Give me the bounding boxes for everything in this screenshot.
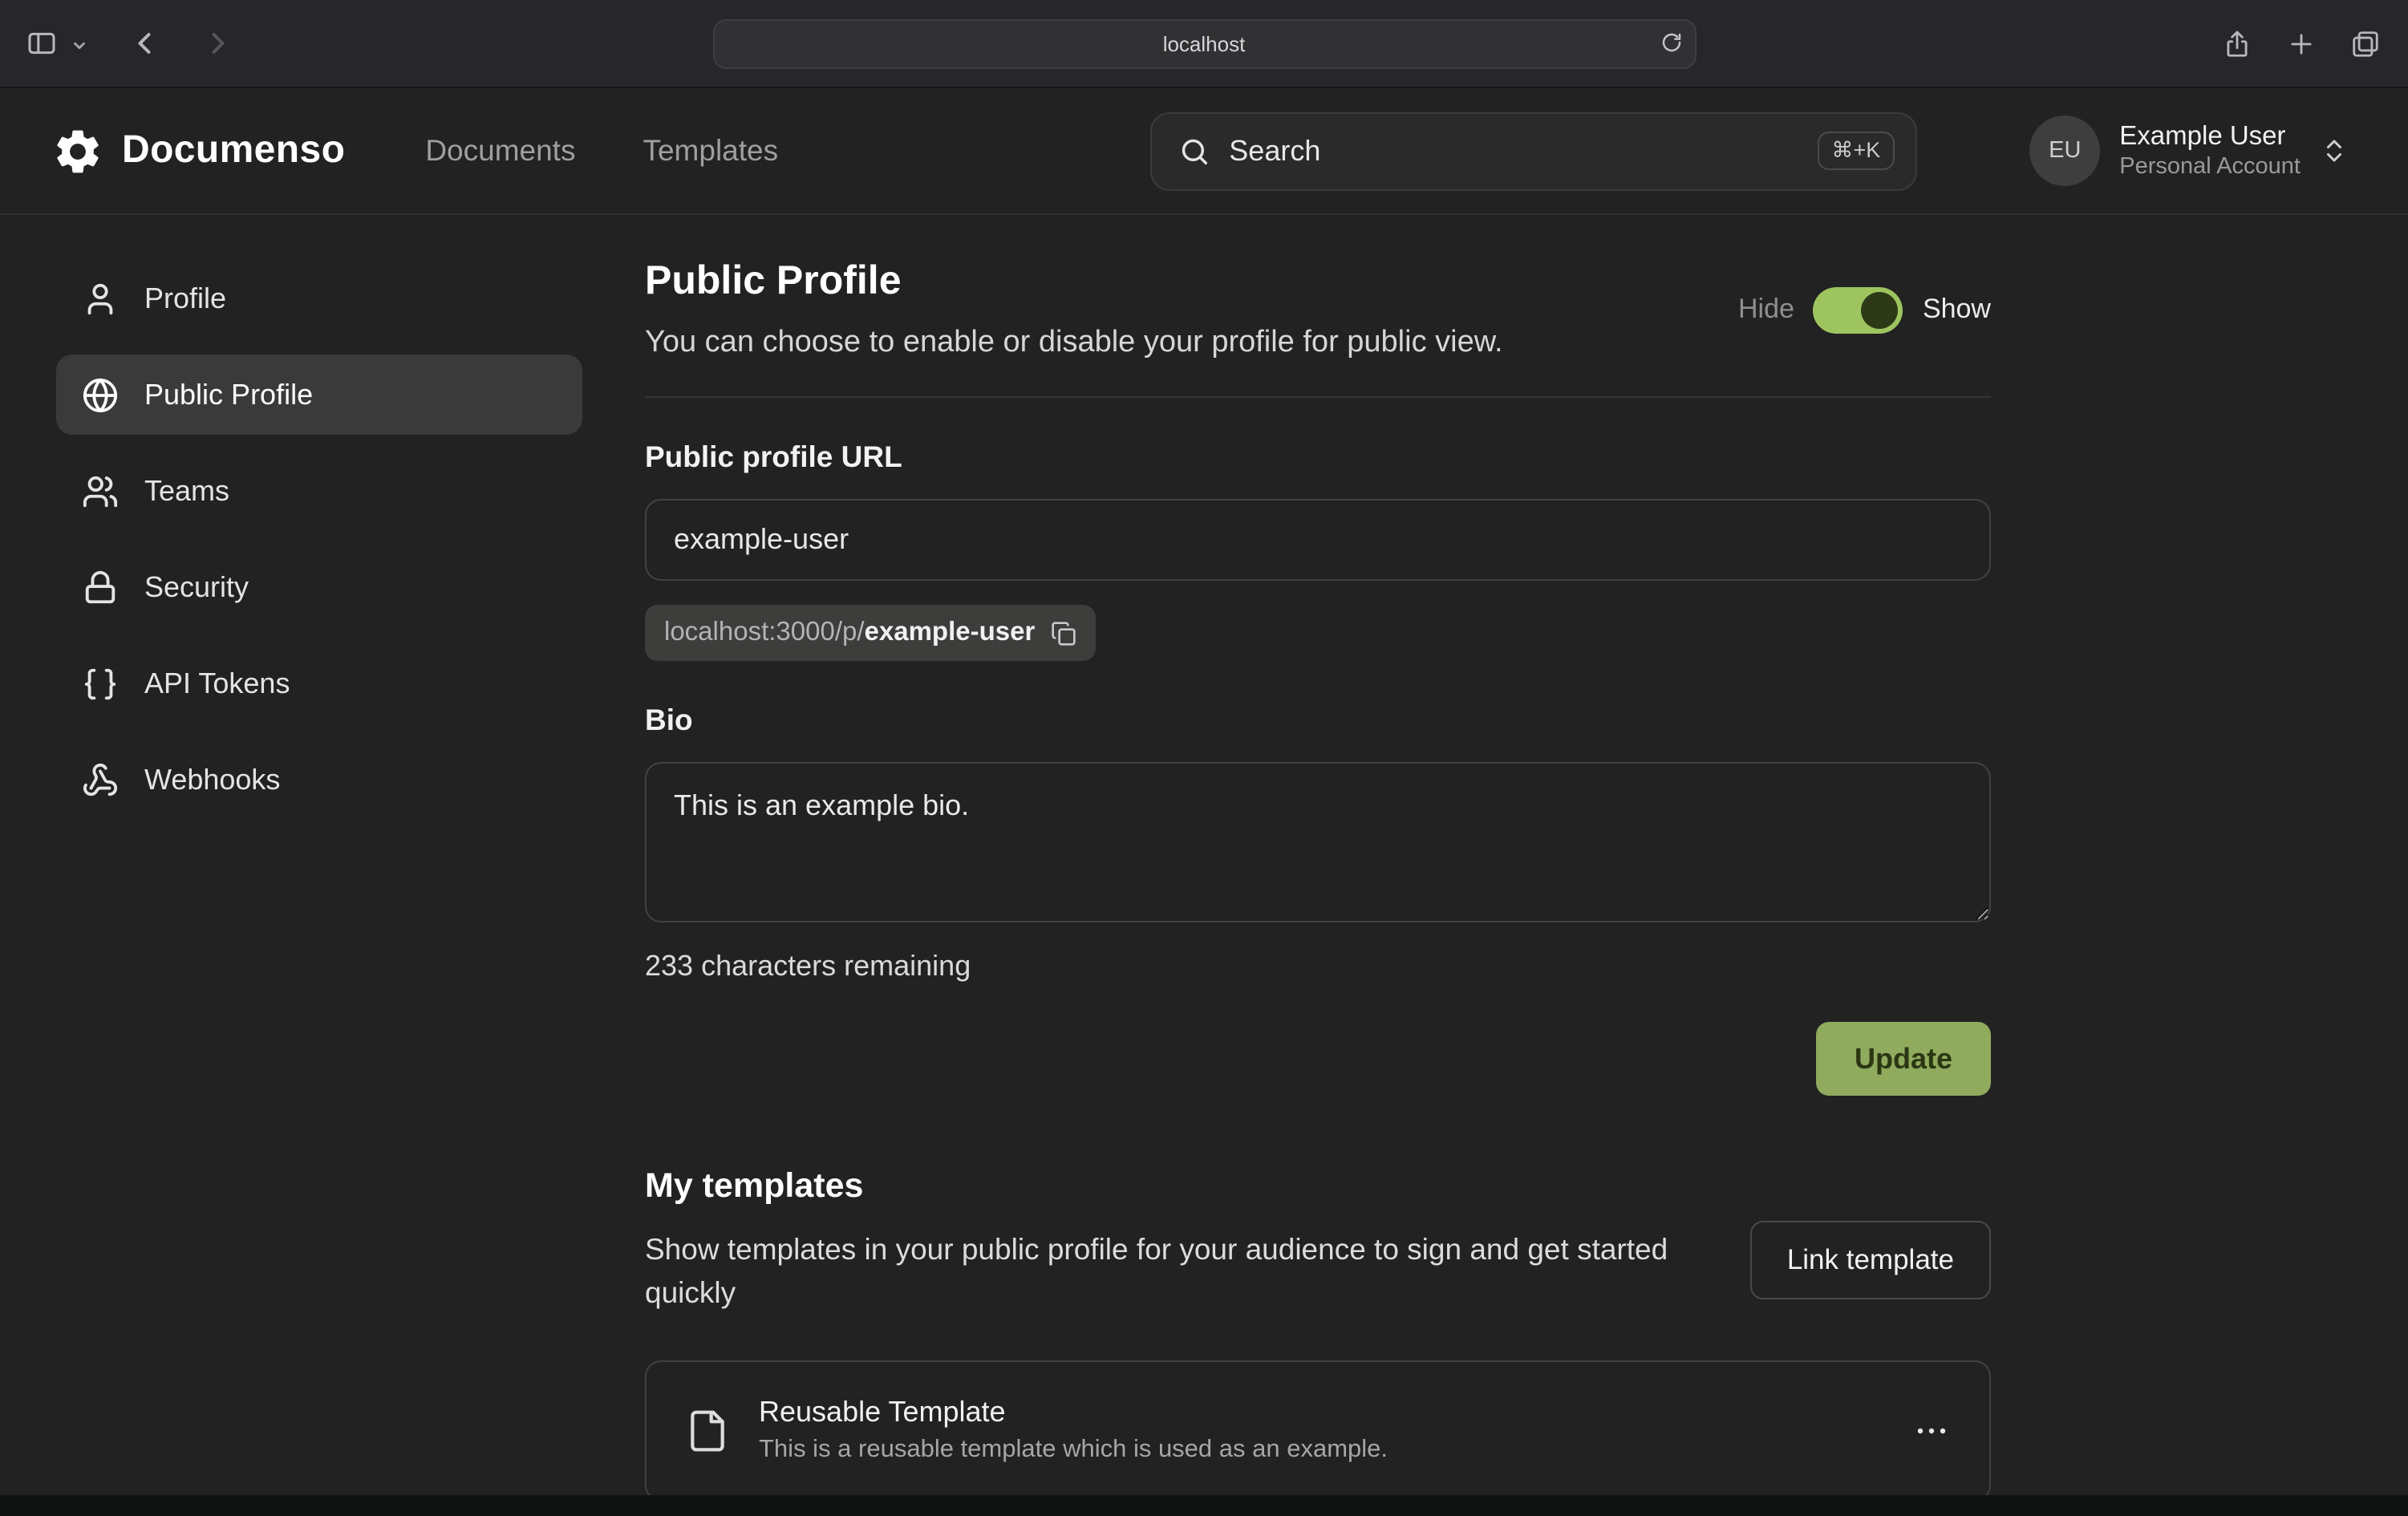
bio-textarea[interactable]: This is an example bio. (645, 762, 1991, 922)
template-card: Reusable Template This is a reusable tem… (645, 1360, 1991, 1501)
nav-documents[interactable]: Documents (425, 133, 575, 168)
forward-button[interactable] (201, 26, 236, 61)
profile-visibility-toggle[interactable] (1814, 286, 1903, 333)
brand[interactable]: Documenso (51, 124, 345, 177)
templates-description: Show templates in your public profile fo… (645, 1229, 1720, 1315)
user-info: Example User Personal Account (2119, 120, 2301, 182)
avatar: EU (2029, 116, 2100, 186)
template-info: Reusable Template This is a reusable tem… (759, 1396, 1388, 1465)
copy-icon (1051, 620, 1076, 646)
template-menu-button[interactable] (1912, 1411, 1951, 1449)
brand-name: Documenso (122, 128, 345, 173)
address-url: localhost (1163, 32, 1246, 56)
sidebar-item-label: Security (144, 570, 249, 604)
chevrons-up-down-icon (2320, 136, 2349, 165)
sidebar-item-api-tokens[interactable]: API Tokens (56, 643, 582, 724)
user-menu[interactable]: EU Example User Personal Account (2029, 116, 2349, 186)
webhook-icon (82, 761, 119, 798)
address-bar[interactable]: localhost (712, 19, 1696, 69)
search-placeholder: Search (1229, 134, 1320, 168)
sidebar-menu-chevron-button[interactable] (71, 34, 88, 52)
page-heading-block: Public Profile You can choose to enable … (645, 258, 1503, 361)
hide-label: Hide (1738, 294, 1794, 326)
plus-icon (2286, 28, 2317, 59)
characters-remaining: 233 characters remaining (645, 950, 1991, 983)
app-header: Documenso Documents Templates Search ⌘+K… (0, 88, 2408, 215)
app-window: localhost (0, 0, 2408, 1516)
window-bottom-edge (0, 1495, 2408, 1516)
lock-icon (82, 569, 119, 606)
sidebar-item-label: Teams (144, 474, 229, 508)
link-template-button[interactable]: Link template (1750, 1222, 1991, 1300)
sidebar-item-label: Profile (144, 282, 226, 315)
template-description: This is a reusable template which is use… (759, 1436, 1388, 1465)
sidebar-item-webhooks[interactable]: Webhooks (56, 740, 582, 820)
sidebar-toggle-button[interactable] (26, 27, 58, 59)
template-name: Reusable Template (759, 1396, 1388, 1429)
browser-chrome: localhost (0, 0, 2408, 88)
sidebar-item-teams[interactable]: Teams (56, 451, 582, 531)
back-button[interactable] (127, 26, 162, 61)
settings-main: Public Profile You can choose to enable … (645, 258, 1991, 1501)
toggle-knob (1862, 291, 1899, 328)
show-label: Show (1923, 294, 1991, 326)
reload-button[interactable] (1659, 30, 1683, 55)
nav-templates[interactable]: Templates (643, 133, 778, 168)
search-shortcut-badge: ⌘+K (1818, 132, 1895, 170)
sidebar-item-profile[interactable]: Profile (56, 258, 582, 338)
tab-overview-button[interactable] (2350, 28, 2381, 59)
chevron-right-icon (201, 26, 236, 61)
url-preview-text: localhost:3000/p/example-user (664, 618, 1035, 648)
search-bar[interactable]: Search ⌘+K (1150, 111, 1917, 190)
browser-window-controls (2222, 28, 2381, 59)
share-icon (2222, 28, 2252, 59)
browser-nav-controls (26, 26, 236, 61)
main-nav: Documents Templates (425, 133, 778, 168)
copy-url-button[interactable] (1051, 620, 1076, 646)
visibility-toggle-group: Hide Show (1738, 286, 1991, 333)
sidebar-item-security[interactable]: Security (56, 547, 582, 627)
content: Profile Public Profile Teams Security (0, 215, 2408, 1501)
tabs-icon (2350, 28, 2381, 59)
profile-url-input[interactable] (645, 499, 1991, 581)
chevron-left-icon (127, 26, 162, 61)
users-icon (82, 472, 119, 509)
sidebar-item-label: Webhooks (144, 763, 280, 797)
sidebar-item-label: Public Profile (144, 378, 313, 411)
share-button[interactable] (2222, 28, 2252, 59)
url-field-label: Public profile URL (645, 440, 1991, 475)
my-templates-section: My templates Show templates in your publ… (645, 1166, 1991, 1501)
update-button[interactable]: Update (1816, 1022, 1991, 1096)
documenso-logo-icon (51, 124, 104, 177)
chevron-down-icon (71, 36, 88, 54)
ellipsis-icon (1912, 1411, 1951, 1449)
user-account-type: Personal Account (2119, 153, 2301, 182)
page-subtitle: You can choose to enable or disable your… (645, 326, 1503, 361)
file-icon (685, 1405, 730, 1456)
templates-title: My templates (645, 1166, 1991, 1206)
sidebar-icon (26, 27, 58, 59)
user-name: Example User (2119, 120, 2301, 152)
url-preview-badge: localhost:3000/p/example-user (645, 605, 1096, 661)
user-icon (82, 280, 119, 317)
bio-field-label: Bio (645, 703, 1991, 738)
reload-icon (1659, 30, 1683, 55)
sidebar-item-label: API Tokens (144, 667, 290, 700)
new-tab-button[interactable] (2286, 28, 2317, 59)
braces-icon (82, 665, 119, 702)
page-title: Public Profile (645, 258, 1503, 305)
sidebar-item-public-profile[interactable]: Public Profile (56, 355, 582, 435)
globe-icon (82, 376, 119, 413)
search-icon (1179, 136, 1210, 166)
section-divider (645, 396, 1991, 398)
settings-sidebar: Profile Public Profile Teams Security (56, 258, 582, 1501)
